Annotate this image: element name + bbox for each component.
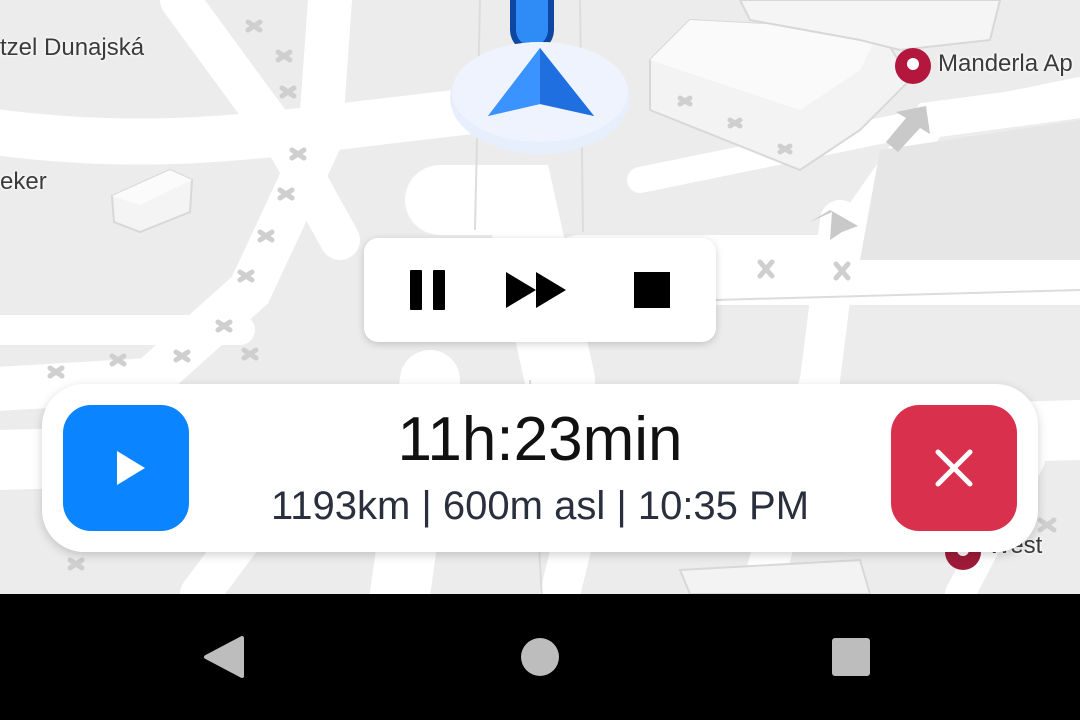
pause-button[interactable]: [388, 260, 468, 320]
home-button[interactable]: [505, 624, 575, 690]
back-button[interactable]: [190, 624, 260, 690]
route-duration: 11h:23min: [397, 405, 683, 474]
system-navigation-bar: [0, 594, 1080, 720]
poi-pin-icon: [895, 48, 931, 84]
back-triangle-icon: [204, 636, 244, 678]
stop-icon: [634, 272, 670, 308]
route-details: 1193km | 600m asl | 10:35 PM: [270, 484, 810, 528]
map-label-street: tzel Dunajská: [0, 34, 145, 61]
close-icon: [935, 449, 973, 487]
pause-icon: [410, 270, 445, 310]
map-label-place: eker: [0, 168, 47, 195]
stop-button[interactable]: [612, 260, 692, 320]
home-circle-icon: [521, 638, 559, 676]
recents-square-icon: [832, 638, 870, 676]
cancel-route-button[interactable]: [891, 405, 1017, 531]
fast-forward-icon: [506, 272, 566, 308]
recents-button[interactable]: [816, 624, 886, 690]
map-label-poi[interactable]: Manderla Ap: [938, 50, 1073, 78]
navigation-screen: tzel Dunajská eker Manderla Ap West: [0, 0, 1080, 720]
route-summary-panel: 11h:23min 1193km | 600m asl | 10:35 PM: [42, 384, 1038, 552]
simulation-controls: [364, 238, 716, 342]
fast-forward-button[interactable]: [498, 260, 578, 320]
